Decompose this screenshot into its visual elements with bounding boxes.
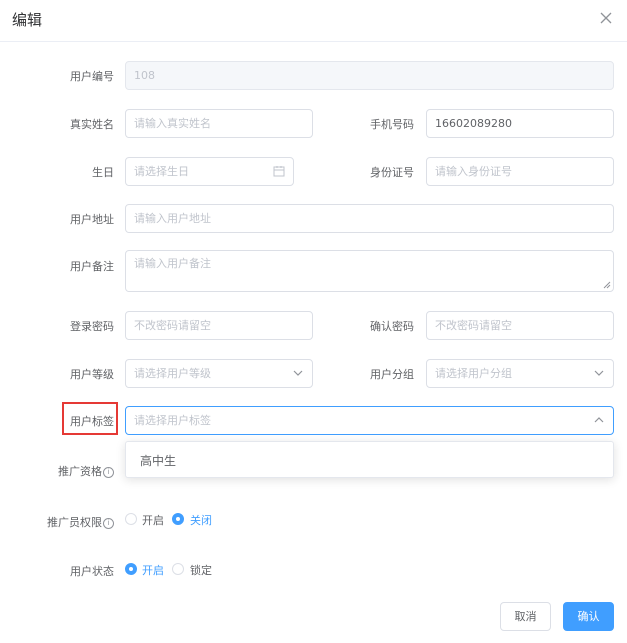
birthday-placeholder: 请选择生日 xyxy=(134,165,189,178)
status-lock-label[interactable]: 锁定 xyxy=(190,562,212,578)
password-input[interactable]: 不改密码请留空 xyxy=(125,311,313,340)
chevron-down-icon xyxy=(594,370,604,376)
level-label: 用户等级 xyxy=(70,368,114,381)
group-label: 用户分组 xyxy=(370,368,414,381)
status-lock-radio[interactable] xyxy=(172,563,184,575)
status-label: 用户状态 xyxy=(70,565,114,578)
remark-label: 用户备注 xyxy=(70,260,114,273)
promo-qualification-text: 推广资格 xyxy=(58,465,102,478)
info-icon[interactable]: i xyxy=(103,517,114,529)
promoter-permission-text: 推广员权限 xyxy=(47,516,102,529)
confirm-password-input[interactable]: 不改密码请留空 xyxy=(426,311,614,340)
resize-handle-icon[interactable] xyxy=(603,281,611,289)
group-select[interactable]: 请选择用户分组 xyxy=(426,359,614,388)
tags-select[interactable]: 请选择用户标签 xyxy=(125,406,614,435)
promoter-permission-off-label[interactable]: 关闭 xyxy=(190,512,212,528)
phone-input[interactable]: 16602089280 xyxy=(426,109,614,138)
confirm-button[interactable]: 确认 xyxy=(563,602,614,631)
chevron-up-icon xyxy=(594,417,604,423)
promoter-permission-on-radio[interactable] xyxy=(125,513,137,525)
id-card-label: 身份证号 xyxy=(370,166,414,179)
group-placeholder: 请选择用户分组 xyxy=(435,367,512,380)
status-on-radio[interactable] xyxy=(125,563,137,575)
phone-label: 手机号码 xyxy=(370,118,414,131)
promoter-permission-off-radio[interactable] xyxy=(172,513,184,525)
user-id-label: 用户编号 xyxy=(70,70,114,83)
promoter-permission-on-label[interactable]: 开启 xyxy=(142,512,164,528)
confirm-password-label: 确认密码 xyxy=(370,320,414,333)
remark-placeholder: 请输入用户备注 xyxy=(134,257,211,270)
close-icon[interactable] xyxy=(597,9,615,27)
calendar-icon xyxy=(273,166,285,177)
tags-placeholder: 请选择用户标签 xyxy=(134,414,211,427)
promo-qualification-label: 推广资格 i xyxy=(52,463,114,479)
status-on-label[interactable]: 开启 xyxy=(142,562,164,578)
level-placeholder: 请选择用户等级 xyxy=(134,367,211,380)
promoter-permission-label: 推广员权限 i xyxy=(40,514,114,530)
level-select[interactable]: 请选择用户等级 xyxy=(125,359,313,388)
birthday-label: 生日 xyxy=(92,166,114,179)
address-input[interactable]: 请输入用户地址 xyxy=(125,204,614,233)
tags-label: 用户标签 xyxy=(70,415,114,428)
dialog-title: 编辑 xyxy=(12,11,43,29)
real-name-input[interactable]: 请输入真实姓名 xyxy=(125,109,313,138)
password-label: 登录密码 xyxy=(70,320,114,333)
tags-option[interactable]: 高中生 xyxy=(140,452,176,469)
edit-user-dialog: 编辑 用户编号 108 真实姓名 请输入真实姓名 手机号码 1660208928… xyxy=(0,0,627,643)
tags-dropdown: 高中生 xyxy=(125,441,614,478)
cancel-button[interactable]: 取消 xyxy=(500,602,551,631)
chevron-down-icon xyxy=(293,370,303,376)
dialog-header: 编辑 xyxy=(0,0,627,42)
birthday-picker[interactable]: 请选择生日 xyxy=(125,157,294,186)
info-icon[interactable]: i xyxy=(103,466,114,478)
user-id-field: 108 xyxy=(125,61,614,90)
id-card-input[interactable]: 请输入身份证号 xyxy=(426,157,614,186)
real-name-label: 真实姓名 xyxy=(70,118,114,131)
remark-textarea[interactable]: 请输入用户备注 xyxy=(125,250,614,292)
address-label: 用户地址 xyxy=(70,213,114,226)
